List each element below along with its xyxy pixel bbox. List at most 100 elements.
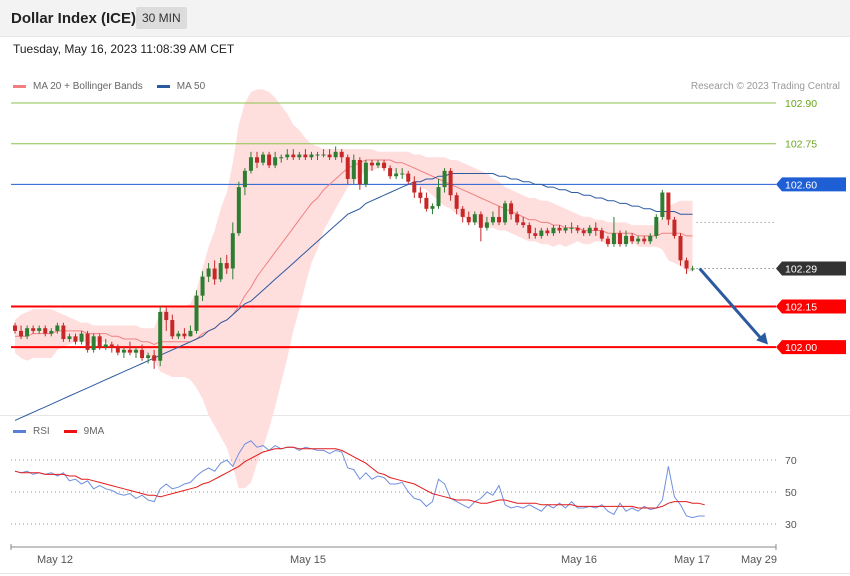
candle-body: [134, 349, 138, 353]
candle-body: [85, 333, 90, 350]
candle-body: [424, 197, 429, 209]
candle-body: [97, 336, 102, 348]
rsi-ma9-line: [14, 446, 705, 509]
candle-body: [19, 330, 24, 337]
candle-body: [43, 328, 48, 334]
rsi-level-label-70: 70: [785, 455, 797, 467]
candle-body: [55, 325, 60, 331]
candle-body: [273, 157, 278, 166]
x-tick-label: May 17: [674, 554, 710, 566]
candle-body: [684, 260, 689, 269]
candle-body: [581, 230, 586, 234]
candle-body: [533, 233, 538, 236]
candle-body: [170, 320, 175, 337]
candle-body: [412, 181, 417, 193]
price-chart[interactable]: 102.90 102.75 102.60 102.29 102.15 102.00 70 50…: [0, 0, 850, 576]
candle-body: [593, 227, 598, 231]
x-tick-label: May 16: [561, 554, 597, 566]
candle-body: [472, 214, 477, 223]
candle-body: [218, 263, 223, 280]
candle-body: [67, 336, 72, 340]
level-label-102.75: 102.75: [785, 139, 817, 151]
candle-body: [648, 235, 653, 242]
candle-body: [267, 154, 272, 166]
candle-body: [164, 311, 169, 321]
candle-body: [460, 208, 465, 217]
candle-body: [49, 330, 54, 334]
level-label-102.29: 102.29: [785, 263, 817, 275]
candle-body: [37, 328, 42, 331]
candle-body: [587, 227, 592, 234]
candle-body: [103, 344, 108, 348]
candle-body: [182, 333, 187, 337]
candle-body: [109, 344, 114, 348]
candle-body: [315, 154, 320, 156]
candle-body: [158, 311, 163, 361]
candle-body: [194, 295, 199, 331]
candle-body: [236, 187, 241, 234]
candle-body: [654, 216, 659, 236]
candle-body: [690, 268, 695, 270]
bollinger-band: [15, 89, 693, 489]
candle-body: [291, 154, 296, 158]
candle-body: [230, 233, 235, 269]
candle-body: [497, 216, 501, 223]
candle-body: [454, 195, 459, 209]
candle-body: [333, 151, 338, 158]
candle-body: [255, 157, 259, 163]
level-label-102.90: 102.90: [785, 98, 817, 110]
candle-body: [242, 170, 247, 188]
candle-body: [31, 328, 36, 331]
candle-body: [630, 235, 635, 242]
candle-body: [212, 268, 217, 280]
candle-body: [666, 192, 671, 220]
candle-body: [321, 154, 326, 156]
x-tick-label: May 29: [741, 554, 777, 566]
candle-body: [605, 238, 610, 245]
candle-body: [557, 227, 562, 231]
candle-body: [369, 162, 374, 166]
candle-body: [357, 159, 362, 185]
candle-body: [515, 214, 520, 223]
candle-body: [91, 336, 96, 350]
candle-body: [521, 222, 526, 226]
candle-body: [363, 162, 368, 185]
candle-body: [406, 173, 411, 182]
candle-body: [297, 154, 302, 158]
candle-body: [127, 349, 132, 353]
x-tick-label: May 15: [290, 554, 326, 566]
rsi-level-label-30: 30: [785, 519, 797, 531]
candle-body: [279, 157, 284, 159]
candle-body: [442, 170, 447, 188]
candle-body: [248, 157, 253, 171]
candle-body: [224, 263, 229, 269]
candle-body: [551, 227, 556, 234]
candle-body: [490, 216, 495, 223]
candle-body: [503, 203, 508, 223]
level-label-102.15: 102.15: [785, 301, 817, 313]
candle-body: [430, 206, 435, 209]
candle-body: [418, 192, 423, 198]
candle-body: [388, 168, 393, 177]
candle-body: [569, 227, 574, 229]
candle-body: [436, 187, 441, 207]
candle-body: [351, 159, 356, 179]
candle-body: [400, 173, 405, 175]
candle-body: [303, 154, 308, 158]
candle-body: [261, 154, 266, 163]
candle-body: [206, 268, 211, 277]
candle-body: [618, 233, 622, 245]
candle-body: [527, 225, 532, 234]
candle-body: [539, 230, 544, 236]
candle-body: [200, 276, 205, 296]
candle-body: [13, 325, 17, 331]
candle-body: [394, 173, 399, 177]
candle-body: [61, 325, 66, 340]
candle-body: [176, 333, 181, 337]
ma50-line: [14, 173, 693, 421]
candle-body: [285, 154, 290, 158]
candle-body: [642, 238, 647, 242]
candle-body: [636, 238, 641, 242]
level-label-102.00: 102.00: [785, 342, 817, 354]
candle-body: [575, 227, 580, 231]
